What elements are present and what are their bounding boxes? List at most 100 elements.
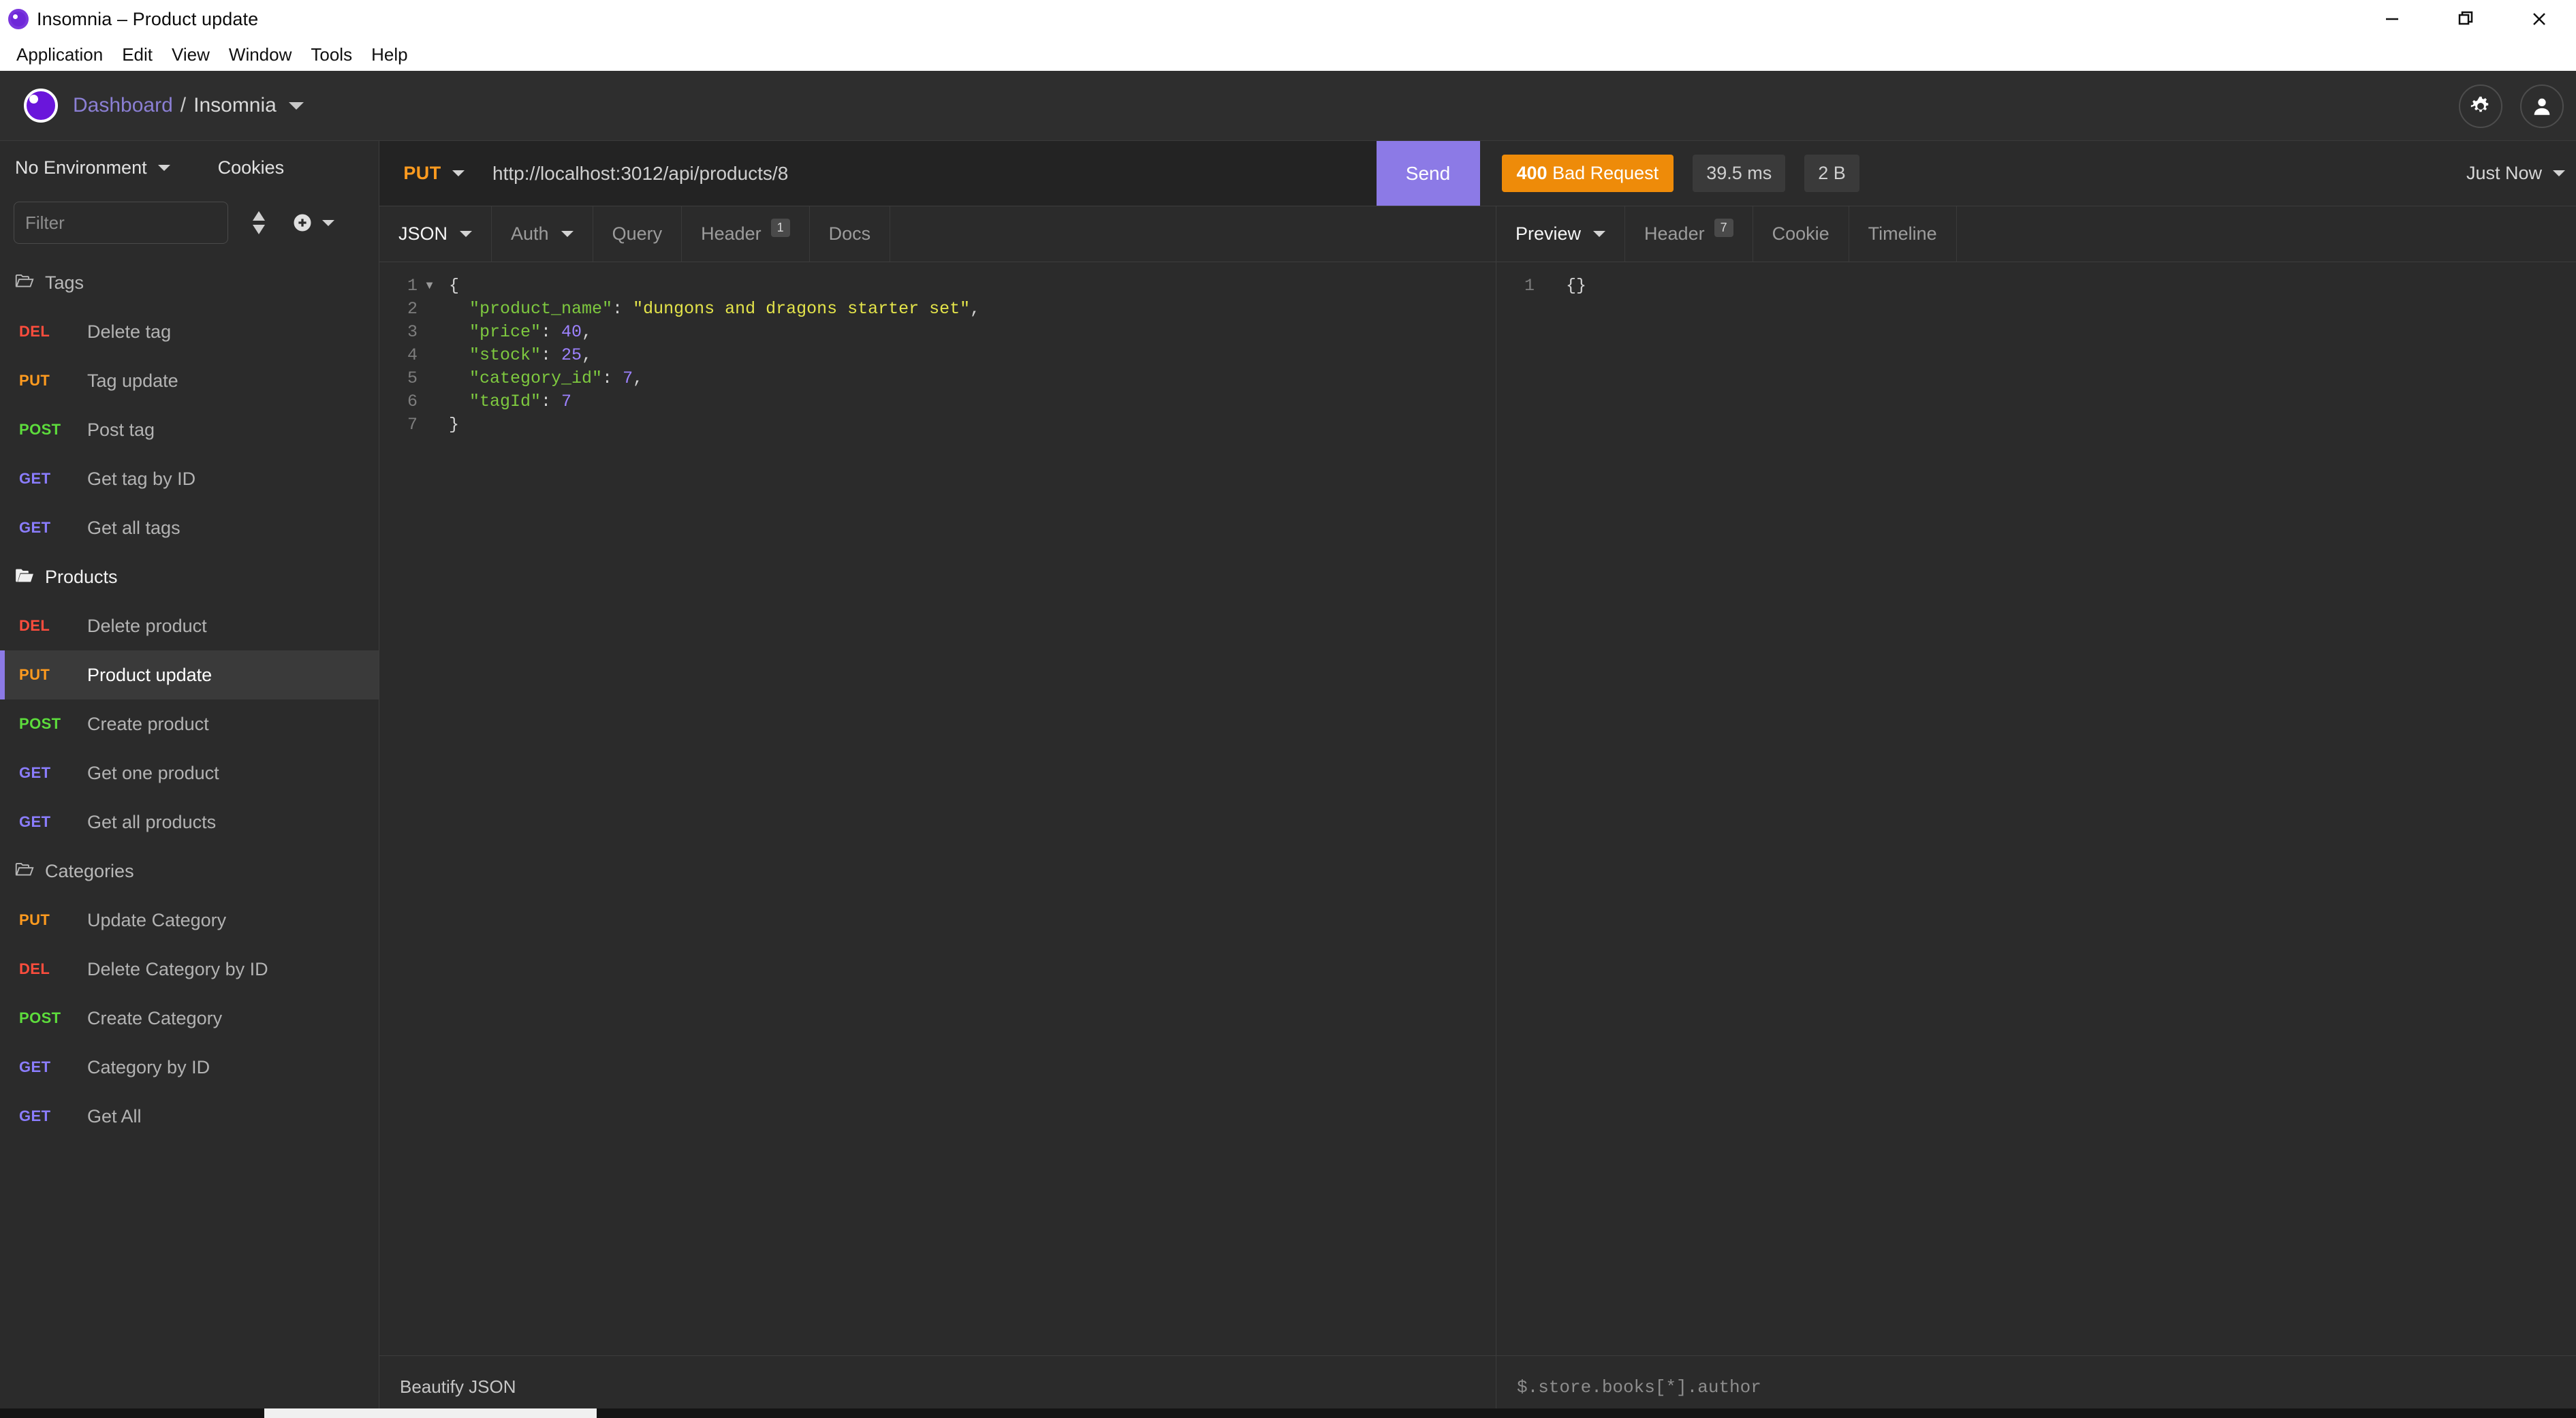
window-titlebar: Insomnia – Product update — [0, 0, 2576, 38]
breadcrumb-separator: / — [180, 94, 187, 116]
request-method-label: POST — [19, 1009, 61, 1026]
url-input[interactable]: http://localhost:3012/api/products/8 — [488, 141, 1377, 206]
tab-timeline[interactable]: Timeline — [1849, 206, 1957, 262]
folder-tags[interactable]: Tags — [0, 258, 379, 307]
request-item[interactable]: DEL Delete product — [0, 601, 379, 650]
search-input[interactable] — [14, 202, 228, 244]
code-token: "price" — [449, 322, 541, 342]
request-fold-markers[interactable]: ▾ — [424, 274, 441, 1355]
request-body-editor[interactable]: 1 2 3 4 5 6 7 ▾ { "product_name": "dungons and… — [379, 262, 1496, 1355]
tab-auth[interactable]: Auth — [492, 206, 593, 262]
code-token: : — [541, 392, 562, 411]
request-item[interactable]: POST Create product — [0, 699, 379, 749]
method-label: PUT — [403, 163, 441, 183]
request-tabbar: JSON Auth Query Header 1 Docs — [379, 206, 1496, 262]
code-token: , — [582, 322, 593, 342]
request-item[interactable]: PUT Update Category — [0, 896, 379, 945]
request-name-label: Update Category — [87, 909, 227, 930]
menu-item-help[interactable]: Help — [362, 38, 417, 71]
request-item[interactable]: GET Get tag by ID — [0, 454, 379, 503]
request-item[interactable]: GET Get all tags — [0, 503, 379, 552]
restore-icon[interactable] — [2429, 0, 2502, 38]
fold-toggle-icon[interactable]: ▾ — [424, 274, 441, 298]
request-name-label: Delete product — [87, 615, 207, 636]
cookies-button[interactable]: Cookies — [218, 157, 285, 178]
request-name-label: Post tag — [87, 419, 155, 440]
code-token: { — [449, 276, 460, 296]
folder-products[interactable]: Products — [0, 552, 379, 601]
menu-item-view[interactable]: View — [162, 38, 219, 71]
breadcrumb-workspace[interactable]: Insomnia — [193, 94, 277, 117]
request-item[interactable]: DEL Delete Category by ID — [0, 945, 379, 994]
add-request-button[interactable] — [292, 212, 334, 233]
chevron-down-icon — [561, 231, 574, 237]
request-line-numbers: 1 2 3 4 5 6 7 — [379, 274, 424, 1355]
tab-cookie[interactable]: Cookie — [1753, 206, 1849, 262]
tab-header[interactable]: Header 1 — [682, 206, 810, 262]
environment-label: No Environment — [15, 157, 147, 178]
request-method-label: PUT — [19, 666, 50, 683]
request-item[interactable]: PUT Tag update — [0, 356, 379, 405]
menu-item-edit[interactable]: Edit — [112, 38, 162, 71]
request-name-label: Create product — [87, 713, 209, 734]
user-icon[interactable] — [2520, 84, 2564, 128]
menu-item-tools[interactable]: Tools — [301, 38, 362, 71]
tab-label: Preview — [1515, 223, 1582, 244]
request-name-label: Get all products — [87, 811, 217, 832]
code-token: : — [612, 299, 633, 319]
request-item[interactable]: GET Get All — [0, 1092, 379, 1141]
request-item[interactable]: POST Create Category — [0, 994, 379, 1043]
jsonpath-filter-input[interactable]: $.store.books[*].author — [1517, 1377, 1761, 1398]
tab-header[interactable]: Header 7 — [1625, 206, 1753, 262]
status-badge[interactable]: 400 Bad Request — [1501, 155, 1674, 192]
code-token: "product_name" — [449, 299, 613, 319]
breadcrumb-dashboard[interactable]: Dashboard — [73, 94, 173, 117]
response-body-viewer[interactable]: 1 {} — [1496, 262, 2576, 1355]
breadcrumb[interactable]: Dashboard / Insomnia — [73, 94, 304, 117]
folder-categories[interactable]: Categories — [0, 847, 379, 896]
code-token: , — [633, 368, 644, 388]
tab-label: Cookie — [1772, 223, 1829, 244]
response-time: 39.5 ms — [1693, 155, 1786, 192]
method-selector[interactable]: PUT — [379, 141, 488, 206]
sort-icon[interactable] — [251, 210, 266, 236]
send-button[interactable]: Send — [1376, 141, 1480, 206]
window-controls — [2355, 0, 2576, 38]
close-icon[interactable] — [2502, 0, 2576, 38]
request-item[interactable]: GET Category by ID — [0, 1043, 379, 1092]
request-item[interactable]: POST Post tag — [0, 405, 379, 454]
line-number: 1 — [1524, 276, 1535, 296]
response-timestamp[interactable]: Just Now — [2466, 163, 2576, 184]
gear-icon[interactable] — [2459, 84, 2502, 128]
chevron-down-icon[interactable] — [322, 219, 334, 226]
request-item[interactable]: PUT Product update — [0, 650, 379, 699]
minimize-icon[interactable] — [2355, 0, 2429, 38]
app-header: Dashboard / Insomnia — [0, 71, 2576, 141]
chevron-down-icon[interactable] — [288, 101, 304, 110]
tab-docs[interactable]: Docs — [810, 206, 891, 262]
menu-item-application[interactable]: Application — [7, 38, 112, 71]
tab-label: Header — [1644, 223, 1705, 244]
request-item[interactable]: GET Get all products — [0, 798, 379, 847]
request-body-code[interactable]: { "product_name": "dungons and dragons s… — [441, 274, 1496, 1355]
beautify-json-button[interactable]: Beautify JSON — [400, 1376, 516, 1398]
tab-json[interactable]: JSON — [379, 206, 492, 262]
timestamp-label: Just Now — [2466, 163, 2543, 183]
request-name-label: Category by ID — [87, 1056, 210, 1077]
tab-query[interactable]: Query — [593, 206, 682, 262]
request-item[interactable]: GET Get one product — [0, 749, 379, 798]
environment-selector[interactable]: No Environment — [15, 157, 170, 178]
folder-label: Products — [45, 566, 118, 587]
code-line: } — [449, 413, 1496, 437]
request-item[interactable]: DEL Delete tag — [0, 307, 379, 356]
tab-preview[interactable]: Preview — [1496, 206, 1626, 262]
tab-label: Query — [612, 223, 663, 244]
insomnia-logo-icon — [24, 89, 58, 123]
menu-item-window[interactable]: Window — [219, 38, 301, 71]
request-method-label: PUT — [19, 372, 50, 389]
